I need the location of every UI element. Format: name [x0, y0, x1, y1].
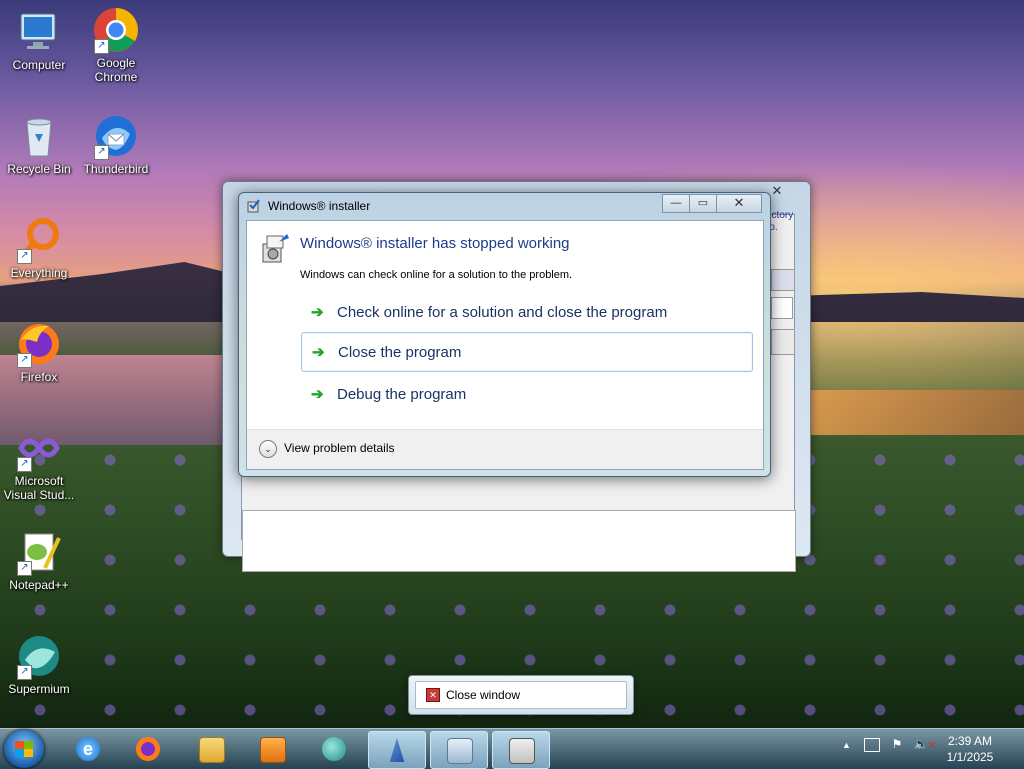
option-label: Close the program	[338, 343, 462, 361]
error-description: Windows can check online for a solution …	[300, 269, 573, 281]
chevron-down-icon[interactable]: ⌄	[259, 440, 277, 458]
clock[interactable]: 2:39 AM 1/1/2025	[930, 733, 1010, 765]
close-window-item[interactable]: ✕ Close window	[415, 681, 627, 709]
green-arrow-icon: ➔	[312, 344, 325, 361]
desktop-icon-label: Recycle Bin	[7, 162, 71, 176]
network-icon[interactable]	[864, 737, 881, 752]
installer-title-icon	[247, 199, 261, 213]
action-center-flag-icon[interactable]: ⚑	[892, 737, 903, 751]
minimize-button[interactable]: —	[662, 194, 690, 213]
shortcut-arrow-icon: ↗	[17, 561, 32, 576]
option-label: Check online for a solution and close th…	[337, 303, 668, 321]
taskbar-firefox[interactable]	[120, 731, 176, 767]
shortcut-arrow-icon: ↗	[17, 457, 32, 472]
dialog-title: Windows® installer	[268, 199, 371, 213]
desktop-icon-everything[interactable]: ↗ Everything	[1, 216, 77, 280]
installer-taskbar-icon	[509, 738, 535, 764]
computer-icon	[15, 8, 63, 56]
background-window-text-area	[242, 510, 796, 572]
desktop-icon-supermium[interactable]: ↗ Supermium	[1, 632, 77, 696]
background-window-control[interactable]	[771, 329, 795, 355]
windows-logo-icon	[15, 741, 33, 757]
green-arrow-icon: ➔	[311, 386, 324, 403]
desktop-icon-thunderbird[interactable]: ↗ Thunderbird	[78, 112, 154, 176]
error-heading: Windows® installer has stopped working	[300, 235, 570, 252]
taskbar-file-explorer[interactable]	[183, 731, 239, 767]
desktop-icon-computer[interactable]: Computer	[1, 8, 77, 72]
thunderbird-icon: ↗	[92, 112, 140, 160]
desktop-icon-label: Supermium	[8, 682, 70, 696]
taskbar-installer[interactable]	[492, 731, 550, 769]
taskbar-app-active-1[interactable]	[368, 731, 426, 769]
option-label: Debug the program	[337, 385, 467, 403]
taskbar-media-player[interactable]	[244, 731, 300, 767]
desktop-icon-visual-studio[interactable]: ↗ Microsoft Visual Stud...	[1, 424, 77, 502]
desktop-icon-label: Google Chrome	[94, 56, 138, 84]
notepad-plus-plus-icon: ↗	[15, 528, 63, 576]
show-hidden-icons-button[interactable]: ▲	[842, 740, 851, 750]
desktop-icon-label: Everything	[10, 266, 68, 280]
green-arrow-icon: ➔	[311, 304, 324, 321]
chrome-icon: ↗	[92, 6, 140, 54]
close-window-label: Close window	[446, 688, 521, 702]
check-online-option[interactable]: ➔ Check online for a solution and close …	[301, 293, 751, 331]
desktop-icon-label: Microsoft Visual Stud...	[3, 474, 75, 502]
taskbar: e ▲ ⚑ 🔈✕ 2:39 AM 1/1/2025	[0, 728, 1024, 769]
dialog-body: Windows® installer has stopped working W…	[246, 220, 764, 470]
shortcut-arrow-icon: ↗	[17, 353, 32, 368]
maximize-button[interactable]: ▭	[689, 194, 717, 213]
internet-explorer-icon: e	[76, 737, 100, 761]
taskbar-internet-explorer[interactable]: e	[60, 731, 116, 767]
wallpaper-lake-right	[810, 390, 1024, 435]
firefox-icon: ↗	[15, 320, 63, 368]
visual-studio-icon: ↗	[15, 424, 63, 472]
installer-package-icon	[259, 232, 291, 264]
view-problem-details-link[interactable]: View problem details	[284, 441, 395, 455]
recycle-bin-icon	[15, 112, 63, 160]
taskbar-app-active-2[interactable]	[430, 731, 488, 769]
desktop-icon-google-chrome[interactable]: ↗ Google Chrome	[78, 6, 154, 84]
background-window-button[interactable]	[771, 269, 795, 291]
system-tray: ▲ ⚑ 🔈✕	[842, 737, 936, 752]
firefox-icon	[136, 737, 160, 761]
desktop-icon-recycle-bin[interactable]: Recycle Bin	[1, 112, 77, 176]
close-program-option[interactable]: ➔ Close the program	[301, 332, 753, 372]
media-player-icon	[260, 737, 286, 763]
shortcut-arrow-icon: ↗	[17, 665, 32, 680]
clock-date: 1/1/2025	[946, 750, 994, 764]
everything-search-icon: ↗	[15, 216, 63, 264]
shortcut-arrow-icon: ↗	[94, 39, 109, 54]
window-controls: — ▭ ✕	[662, 194, 762, 213]
shortcut-arrow-icon: ↗	[94, 145, 109, 160]
supermium-icon	[322, 737, 346, 761]
shortcut-arrow-icon: ↗	[17, 249, 32, 264]
supermium-icon: ↗	[15, 632, 63, 680]
folder-icon	[199, 737, 225, 763]
close-window-icon: ✕	[426, 688, 440, 702]
desktop-icon-firefox[interactable]: ↗ Firefox	[1, 320, 77, 384]
error-dialog[interactable]: Windows® installer — ▭ ✕ Windows® instal…	[238, 192, 771, 477]
close-button[interactable]: ✕	[716, 194, 762, 213]
start-button[interactable]	[4, 730, 44, 768]
desktop-icon-label: Computer	[12, 58, 66, 72]
taskbar-thumbnail-popup[interactable]: ✕ Close window	[408, 675, 634, 715]
desktop-icon-label: Thunderbird	[83, 162, 149, 176]
desktop-icon-label: Notepad++	[9, 578, 69, 592]
taskbar-supermium[interactable]	[306, 731, 362, 767]
installer-app-icon	[389, 738, 405, 762]
debug-program-option[interactable]: ➔ Debug the program	[301, 375, 751, 413]
control-panel-icon	[447, 738, 473, 764]
background-window-field[interactable]	[771, 297, 793, 319]
clock-time: 2:39 AM	[947, 734, 993, 748]
desktop-icon-notepad-plus-plus[interactable]: ↗ Notepad++	[1, 528, 77, 592]
desktop-icon-label: Firefox	[20, 370, 58, 384]
dialog-footer: ⌄ View problem details	[247, 429, 763, 469]
